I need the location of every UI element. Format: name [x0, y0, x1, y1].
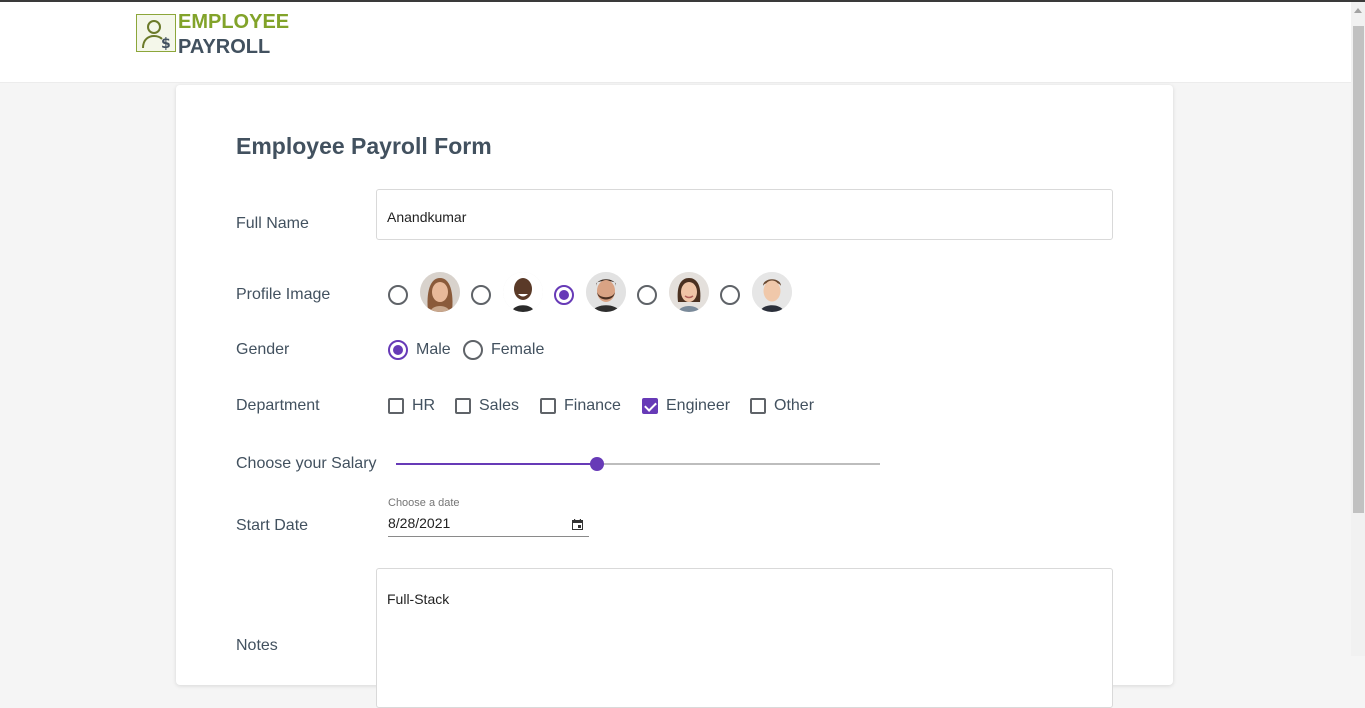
profile-radio-3[interactable]	[554, 285, 574, 305]
start-date-label: Start Date	[236, 517, 309, 534]
payroll-form-card: Employee Payroll Form Full Name Anandkum…	[176, 85, 1173, 708]
gender-male-label[interactable]: Male	[416, 341, 451, 359]
department-finance-checkbox[interactable]	[540, 398, 556, 414]
date-caption: Choose a date	[388, 497, 460, 509]
department-engineer-checkbox[interactable]	[642, 398, 658, 414]
profile-image-label: Profile Image	[236, 286, 331, 303]
logo-line-1: EMPLOYEE	[178, 11, 290, 33]
date-underline	[388, 536, 589, 537]
avatar-woman-smiling[interactable]	[669, 272, 709, 312]
department-other-label[interactable]: Other	[774, 397, 814, 415]
vertical-scrollbar[interactable]	[1351, 2, 1365, 656]
scrollbar-thumb[interactable]	[1353, 26, 1364, 513]
profile-radio-1[interactable]	[388, 285, 408, 305]
full-name-label: Full Name	[236, 215, 309, 232]
profile-radio-4[interactable]	[637, 285, 657, 305]
department-hr-label[interactable]: HR	[412, 397, 435, 415]
notes-label: Notes	[236, 637, 278, 654]
logo-line-2: PAYROLL	[178, 36, 271, 58]
gender-label: Gender	[236, 341, 290, 358]
calendar-icon[interactable]	[572, 517, 583, 530]
department-label: Department	[236, 397, 320, 414]
salary-slider-fill	[396, 463, 597, 465]
profile-radio-5[interactable]	[720, 285, 740, 305]
salary-slider-thumb[interactable]	[590, 457, 604, 471]
salary-label: Choose your Salary	[236, 455, 377, 472]
page-title: Employee Payroll Form	[236, 133, 492, 159]
logo-text: EMPLOYEE PAYROLL	[178, 10, 289, 60]
gender-male-radio[interactable]	[388, 340, 408, 360]
gender-female-label[interactable]: Female	[491, 341, 544, 359]
user-dollar-icon: $	[136, 14, 176, 52]
avatar-man-young[interactable]	[752, 272, 792, 312]
department-sales-label[interactable]: Sales	[479, 397, 519, 415]
department-other-checkbox[interactable]	[750, 398, 766, 414]
avatar-man-beard[interactable]	[586, 272, 626, 312]
notes-textarea[interactable]: Full-Stack	[376, 568, 1113, 708]
scroll-up-icon[interactable]	[1354, 8, 1362, 13]
start-date-input[interactable]: 8/28/2021	[388, 515, 450, 531]
department-hr-checkbox[interactable]	[388, 398, 404, 414]
avatar-woman-long-hair[interactable]	[420, 272, 460, 312]
full-name-input[interactable]: Anandkumar	[376, 189, 1113, 240]
app-header: $ EMPLOYEE PAYROLL	[0, 2, 1351, 83]
department-sales-checkbox[interactable]	[455, 398, 471, 414]
department-finance-label[interactable]: Finance	[564, 397, 621, 415]
department-engineer-label[interactable]: Engineer	[666, 397, 730, 415]
svg-text:$: $	[161, 36, 171, 52]
profile-radio-2[interactable]	[471, 285, 491, 305]
avatar-man-bald[interactable]	[503, 272, 543, 312]
gender-female-radio[interactable]	[463, 340, 483, 360]
